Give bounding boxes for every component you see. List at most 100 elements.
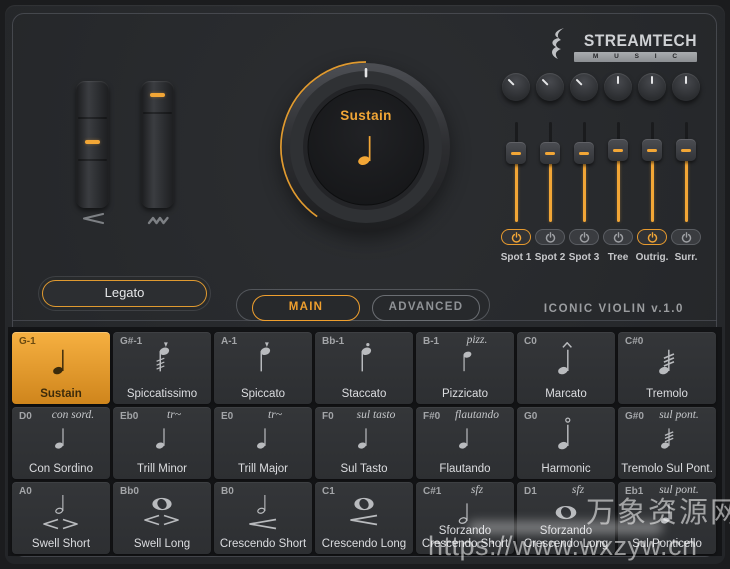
volume-fader-handle[interactable] [540,142,560,164]
articulation-name: Tremolo Sul Pont. [620,463,714,475]
trigger-key-label: G#0 [625,411,644,422]
fader-track-fill [515,162,518,222]
articulation-name: Trill Major [216,463,310,475]
wheel-groove [143,112,172,114]
articulation-cell-sul-ponticello[interactable]: Eb1sul pont.Sul Ponticello [618,482,716,554]
articulation-name: Trill Minor [115,463,209,475]
articulation-cell-marcato[interactable]: C0Marcato [517,332,615,404]
knob-value-label: Sustain [266,108,466,123]
volume-fader-handle[interactable] [506,142,526,164]
fader-track-fill [651,159,654,222]
articulation-cell-sul-tasto[interactable]: F0sul tastoSul Tasto [315,407,413,479]
channel-power-button[interactable] [637,229,667,245]
legato-button[interactable]: Legato [42,280,207,307]
articulation-cell-swell-long[interactable]: Bb0Swell Long [113,482,211,554]
trigger-key-label: Eb0 [120,411,138,422]
quarter-down-icon [416,347,514,375]
tab-advanced[interactable]: ADVANCED [372,295,480,321]
channel-power-button[interactable] [535,229,565,245]
quarter-up-icon [416,422,514,450]
articulation-cell-tremolo[interactable]: C#0Tremolo [618,332,716,404]
channel-power-button[interactable] [569,229,599,245]
articulation-cell-crescendo-long[interactable]: C1Crescendo Long [315,482,413,554]
mic-level-knob[interactable] [604,73,632,101]
volume-fader-handle[interactable] [608,139,628,161]
articulation-cell-flautando[interactable]: F#0flautandoFlautando [416,407,514,479]
wheel-position-mark [150,93,165,97]
dynamics-wheel[interactable] [76,81,109,208]
product-title: ICONIC VIOLIN v.1.0 [544,303,684,315]
notation-label: pizz. [444,334,510,346]
trigger-key-label: B-1 [423,336,439,347]
articulation-name: Crescendo Long [317,538,411,550]
notation-label: sfz [545,484,611,496]
quarter-note-icon [351,127,384,172]
trigger-key-label: E0 [221,411,233,422]
articulation-cell-tremolo-sul-pont-[interactable]: G#0sul pont. Tremolo Sul Pont. [618,407,716,479]
trigger-key-label: C#1 [423,486,441,497]
knob-pointer [617,76,619,84]
articulation-cell-trill-major[interactable]: E0tr~Trill Major [214,407,312,479]
articulation-cell-spiccatissimo[interactable]: G#-1Spiccatissimo [113,332,211,404]
articulation-name: Sforzando Crescendo Short [418,525,512,550]
mixer-channel-tree: Tree [601,73,635,265]
channel-power-button[interactable] [671,229,701,245]
mic-level-knob[interactable] [672,73,700,101]
knob-pointer [541,78,548,85]
wheel-groove [78,117,107,119]
channel-power-button[interactable] [603,229,633,245]
articulation-name: Spiccato [216,388,310,400]
whole-icon [113,489,211,531]
volume-fader-handle[interactable] [574,142,594,164]
volume-fader-handle[interactable] [676,139,696,161]
articulation-name: Tremolo [620,388,714,400]
mic-level-knob[interactable] [502,73,530,101]
mic-level-knob[interactable] [536,73,564,101]
marcato-icon [517,342,615,376]
mic-level-knob[interactable] [638,73,666,101]
articulation-knob[interactable]: Sustain [266,47,466,247]
mic-level-knob[interactable] [570,73,598,101]
fader-handle-mark [613,149,623,152]
fader-track-fill [617,159,620,222]
articulation-name: Harmonic [519,463,613,475]
knob-pointer [507,78,514,85]
crescendo-hairpin-icon [81,212,105,230]
mixer-channel-surr-: Surr. [669,73,703,265]
articulation-cell-harmonic[interactable]: G0Harmonic [517,407,615,479]
trigger-key-label: D0 [19,411,32,422]
articulation-cell-crescendo-short[interactable]: B0Crescendo Short [214,482,312,554]
fader-handle-mark [545,152,555,155]
fader-track-fill [549,162,552,222]
articulation-cell-sforzando-crescendo-long[interactable]: D1sfzSforzando Crescendo Long [517,482,615,554]
notation-label: sul tasto [343,409,409,421]
articulation-name: Sul Tasto [317,463,411,475]
quarter-up-icon [618,497,716,525]
articulation-cell-sustain[interactable]: G-1Sustain [12,332,110,404]
articulation-cell-pizzicato[interactable]: B-1 pizz. Pizzicato [416,332,514,404]
quarter-up-icon [12,422,110,450]
notation-label: sul pont. [646,409,712,421]
vibrato-wheel[interactable] [141,81,174,208]
articulation-cell-swell-short[interactable]: A0Swell Short [12,482,110,554]
articulation-name: Pizzicato [418,388,512,400]
vibrato-wave-icon [147,213,170,231]
articulation-name: Crescendo Short [216,538,310,550]
articulation-cell-staccato[interactable]: Bb-1Staccato [315,332,413,404]
tab-main[interactable]: MAIN [252,295,360,321]
fader-track-fill [583,162,586,222]
articulation-cell-spiccato[interactable]: A-1Spiccato [214,332,312,404]
channel-power-button[interactable] [501,229,531,245]
brand-name: STREAMTECH [584,31,697,51]
volume-fader-handle[interactable] [642,139,662,161]
mixer-channel-spot-3: Spot 3 [567,73,601,265]
half-up-icon [416,497,514,525]
tremolo-icon [618,422,716,450]
articulation-cell-con-sordino[interactable]: D0con sord.Con Sordino [12,407,110,479]
articulation-cell-trill-minor[interactable]: Eb0tr~Trill Minor [113,407,211,479]
articulation-cell-sforzando-crescendo-short[interactable]: C#1sfzSforzando Crescendo Short [416,482,514,554]
staccato-icon [315,342,413,376]
whole-icon [517,497,615,520]
fader-handle-mark [681,149,691,152]
articulation-name: Con Sordino [14,463,108,475]
